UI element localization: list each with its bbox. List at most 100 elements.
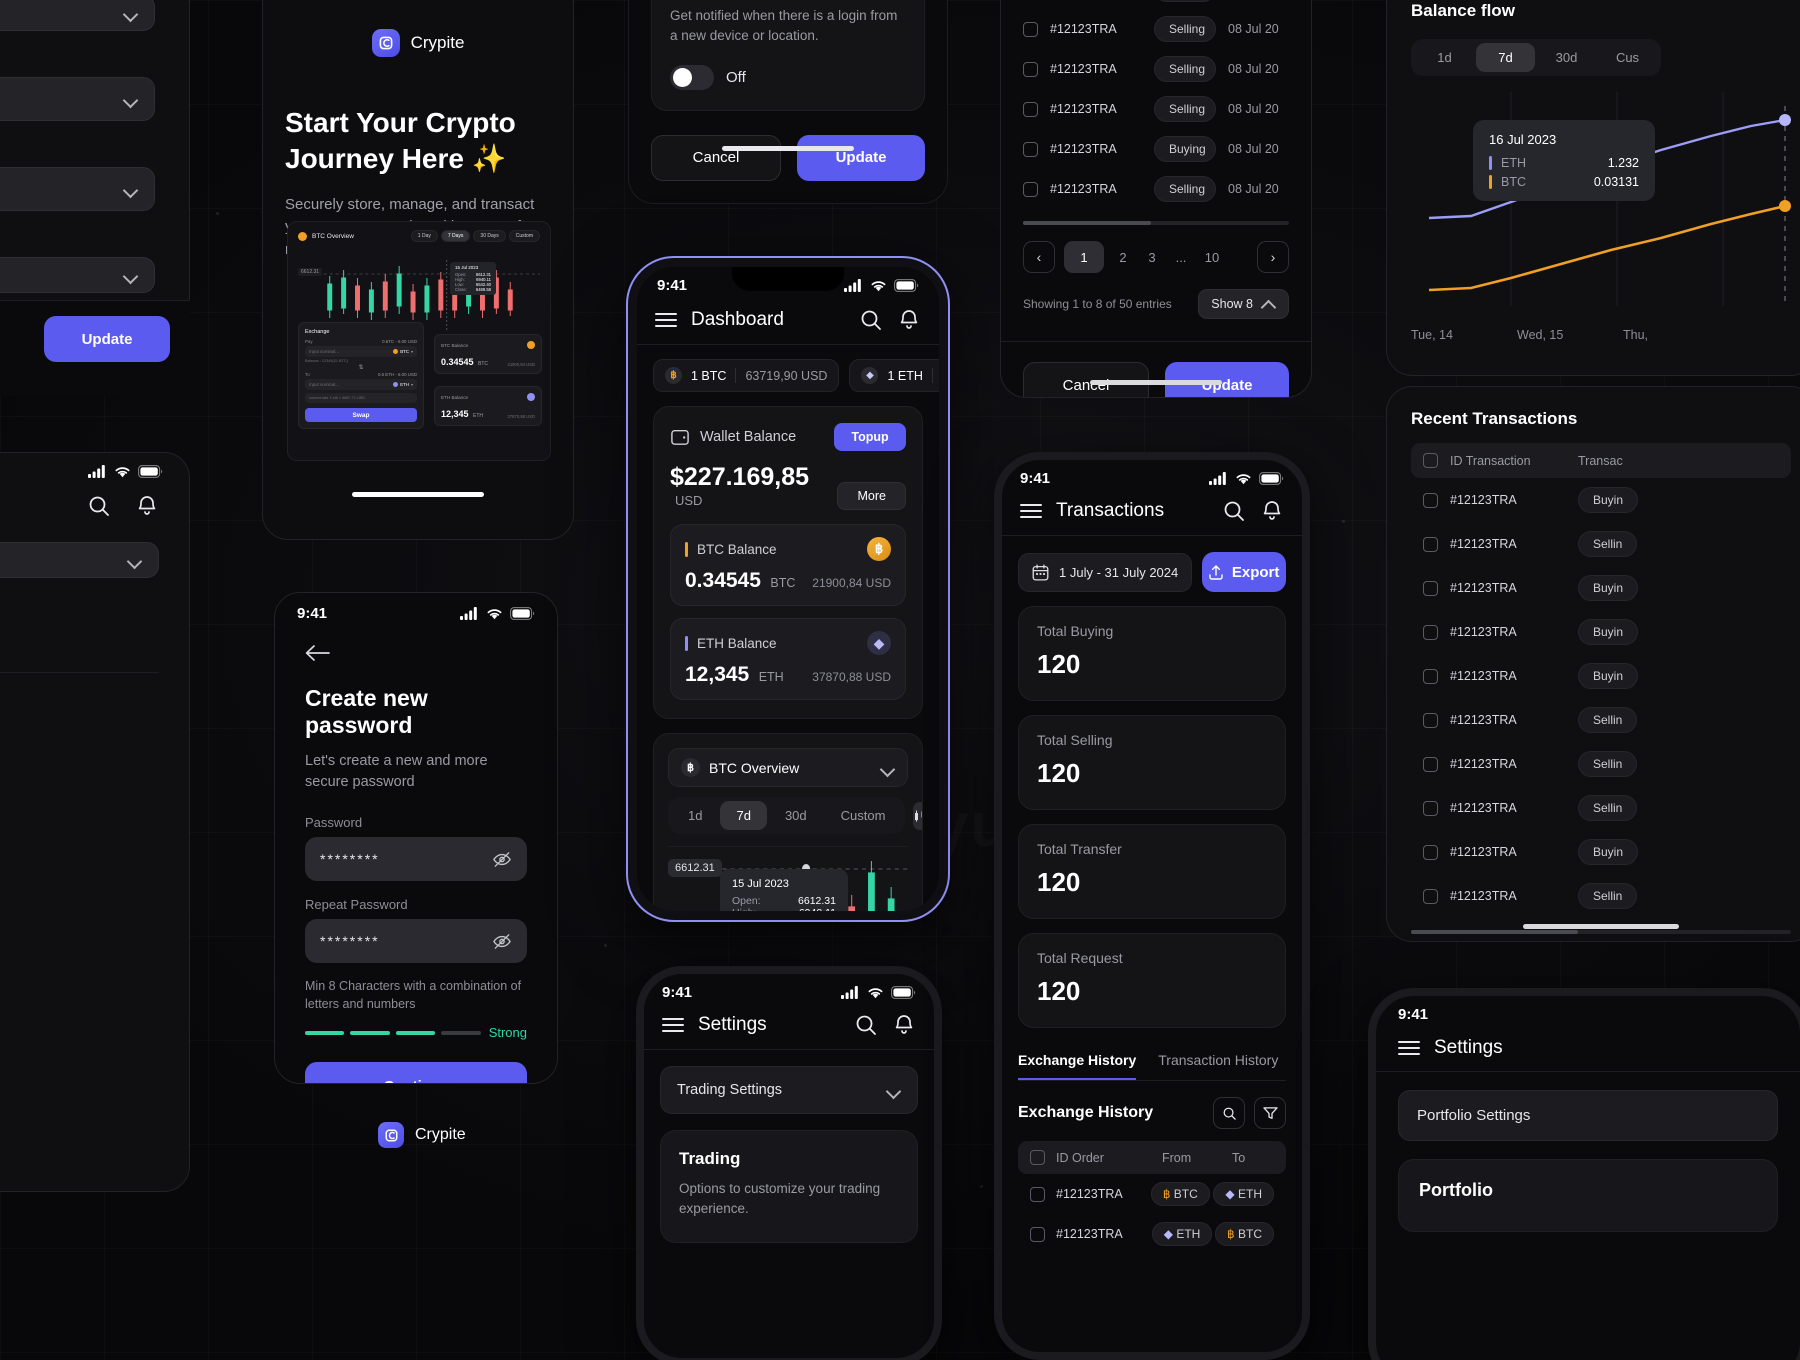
bell-icon[interactable] xyxy=(135,494,159,518)
prefs-update-button[interactable]: Update xyxy=(44,316,170,362)
password-input[interactable]: ******** xyxy=(305,837,527,882)
range-custom[interactable]: Custom xyxy=(825,801,902,830)
chart-range-segmented[interactable]: 1d 7d 30d Custom xyxy=(668,797,906,834)
search-icon[interactable] xyxy=(87,494,111,518)
row-checkbox[interactable] xyxy=(1023,181,1038,197)
table-row[interactable]: #12123TRA Buying 08 Jul 20 xyxy=(1023,0,1289,9)
recent-scrollbar[interactable] xyxy=(1411,930,1791,934)
eye-off-icon[interactable] xyxy=(492,933,512,950)
row-checkbox[interactable] xyxy=(1423,536,1438,552)
bf-range-1d[interactable]: 1d xyxy=(1415,43,1474,72)
row-checkbox[interactable] xyxy=(1423,800,1438,816)
ticker-btc[interactable]: ฿ 1 BTC 63719,90 USD xyxy=(653,359,840,392)
balance-flow-range-segmented[interactable]: 1d 7d 30d Cus xyxy=(1411,39,1661,76)
row-checkbox[interactable] xyxy=(1423,712,1438,728)
search-icon[interactable] xyxy=(859,308,883,332)
portfolio-settings-select[interactable]: Portfolio Settings xyxy=(1398,1090,1778,1141)
row-checkbox[interactable] xyxy=(1023,141,1038,157)
row-checkbox[interactable] xyxy=(1423,492,1438,508)
topup-button[interactable]: Topup xyxy=(834,423,906,451)
table-row[interactable]: #12123TRA Selling 08 Jul 20 xyxy=(1023,49,1289,89)
page-3-button[interactable]: 3 xyxy=(1142,250,1162,265)
currency-select[interactable]: dollar (USD) xyxy=(0,77,155,121)
row-checkbox[interactable] xyxy=(1423,888,1438,904)
swap-arrows-icon[interactable]: ⇅ xyxy=(305,364,417,371)
table-row[interactable]: #12123TRA Sellin xyxy=(1411,742,1791,786)
row-checkbox[interactable] xyxy=(1023,21,1038,37)
range-7d[interactable]: 7d xyxy=(720,801,767,830)
format-select[interactable] xyxy=(0,257,155,293)
more-button[interactable]: More xyxy=(837,482,906,510)
row-checkbox[interactable] xyxy=(1023,61,1038,77)
bf-range-30d[interactable]: 30d xyxy=(1537,43,1596,72)
row-checkbox[interactable] xyxy=(1423,756,1438,772)
ticker-eth[interactable]: ◆ 1 ETH 3077,93 USD xyxy=(849,359,939,392)
page-2-button[interactable]: 2 xyxy=(1113,250,1133,265)
table-row[interactable]: #12123TRA ◆ ETH ฿ BTC xyxy=(1018,1214,1286,1254)
row-checkbox[interactable] xyxy=(1023,101,1038,117)
row-checkbox[interactable] xyxy=(1423,624,1438,640)
tx-modal-scrollbar[interactable] xyxy=(1023,221,1289,225)
bell-icon[interactable] xyxy=(897,308,921,332)
row-checkbox[interactable] xyxy=(1423,844,1438,860)
page-1-button[interactable]: 1 xyxy=(1064,241,1104,273)
notification-cancel-button[interactable]: Cancel xyxy=(651,134,781,181)
exchange-pay-input[interactable]: Input nominal... xyxy=(309,349,339,354)
exchange-to-input[interactable]: Input nominal... xyxy=(309,382,339,387)
table-row[interactable]: #12123TRA Buyin xyxy=(1411,478,1791,522)
row-checkbox[interactable] xyxy=(1423,580,1438,596)
search-icon[interactable] xyxy=(1222,499,1246,523)
eye-off-icon[interactable] xyxy=(492,851,512,868)
table-row[interactable]: #12123TRA Buyin xyxy=(1411,654,1791,698)
menu-icon[interactable] xyxy=(1020,504,1042,518)
search-icon[interactable] xyxy=(854,1013,878,1037)
row-checkbox[interactable] xyxy=(1030,1226,1045,1242)
exchange-to-coin[interactable]: ETH xyxy=(400,382,409,387)
coin-select[interactable]: ฿ BTC Overview xyxy=(668,748,908,787)
row-checkbox[interactable] xyxy=(1423,668,1438,684)
candlestick-view-button[interactable] xyxy=(913,801,922,830)
menu-icon[interactable] xyxy=(662,1018,684,1032)
page-10-button[interactable]: 10 xyxy=(1200,250,1224,265)
preview-range-30days[interactable]: 30 Days xyxy=(473,230,506,242)
table-row[interactable]: #12123TRA Sellin xyxy=(1411,522,1791,566)
table-row[interactable]: #12123TRA Selling 08 Jul 20 xyxy=(1023,169,1289,209)
bell-icon[interactable] xyxy=(892,1013,916,1037)
repeat-password-input[interactable]: ******** xyxy=(305,919,527,964)
preview-range-custom[interactable]: Custom xyxy=(508,230,540,242)
bf-range-7d[interactable]: 7d xyxy=(1476,43,1535,72)
bell-icon[interactable] xyxy=(1260,499,1284,523)
theme-select[interactable] xyxy=(0,0,155,31)
export-button[interactable]: Export xyxy=(1202,552,1286,592)
tab-transaction-history[interactable]: Transaction History xyxy=(1158,1042,1278,1080)
date-range-picker[interactable]: 1 July - 31 July 2024 xyxy=(1018,552,1193,592)
pagination-next-button[interactable]: › xyxy=(1257,241,1289,273)
menu-icon[interactable] xyxy=(1398,1041,1420,1055)
table-row[interactable]: #12123TRA Selling 08 Jul 20 xyxy=(1023,9,1289,49)
exchange-pay-coin[interactable]: BTC xyxy=(400,349,409,354)
notification-toggle[interactable] xyxy=(670,64,714,90)
notification-update-button[interactable]: Update xyxy=(797,134,925,181)
arrow-left-icon[interactable] xyxy=(305,644,331,662)
select-all-checkbox[interactable] xyxy=(1030,1150,1045,1165)
table-row[interactable]: #12123TRA ฿ BTC ◆ ETH xyxy=(1018,1174,1286,1214)
table-row[interactable]: #12123TRA Sellin xyxy=(1411,874,1791,918)
timezone-select[interactable]: (GMT+8) xyxy=(0,167,155,211)
select-all-checkbox[interactable] xyxy=(1423,453,1438,468)
range-1d[interactable]: 1d xyxy=(672,801,718,830)
table-row[interactable]: #12123TRA Buying 08 Jul 20 xyxy=(1023,129,1289,169)
row-checkbox[interactable] xyxy=(1030,1186,1045,1202)
table-search-button[interactable] xyxy=(1213,1097,1245,1129)
range-30d[interactable]: 30d xyxy=(769,801,823,830)
table-row[interactable]: #12123TRA Buyin xyxy=(1411,566,1791,610)
table-row[interactable]: #12123TRA Buyin xyxy=(1411,610,1791,654)
trading-settings-select[interactable]: Trading Settings xyxy=(660,1066,918,1114)
preview-range-1day[interactable]: 1 Day xyxy=(410,230,438,242)
table-row[interactable]: #12123TRA Buyin xyxy=(1411,830,1791,874)
continue-button[interactable]: Continue xyxy=(305,1062,527,1083)
table-row[interactable]: #12123TRA Sellin xyxy=(1411,786,1791,830)
table-row[interactable]: #12123TRA Selling 08 Jul 20 xyxy=(1023,89,1289,129)
menu-icon[interactable] xyxy=(655,313,677,327)
preview-range-7days[interactable]: 7 Days xyxy=(440,230,471,242)
tab-exchange-history[interactable]: Exchange History xyxy=(1018,1042,1137,1080)
